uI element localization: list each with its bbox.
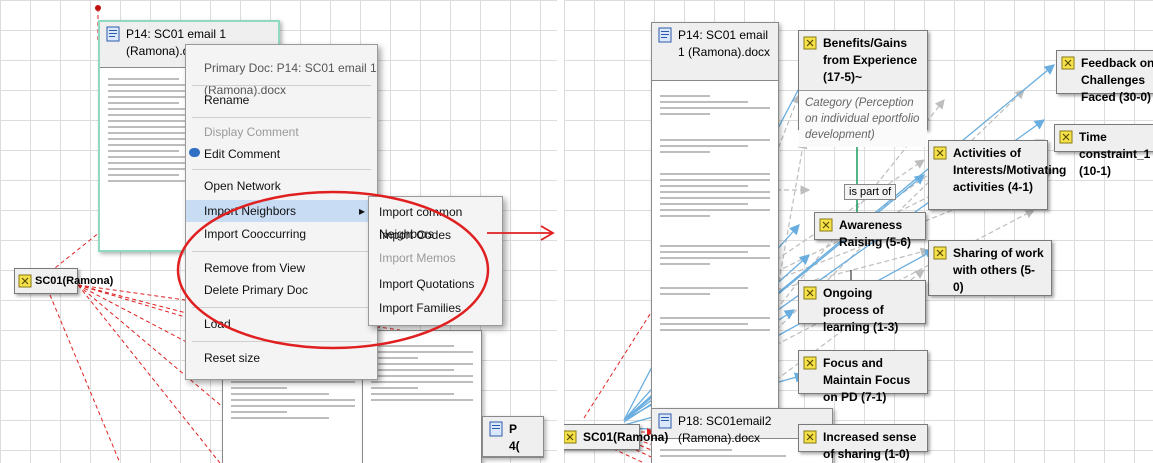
node-label: SC01(Ramona) xyxy=(583,430,669,444)
doc-card-p14[interactable]: P14: SC01 email 1 (Ramona).docx xyxy=(651,22,779,444)
doc-card-title: P18: SC01email2 (Ramona).docx xyxy=(678,414,772,445)
document-icon xyxy=(658,27,672,43)
node-label: Awareness Raising (5-6) xyxy=(839,218,912,249)
doc-card-body xyxy=(652,81,778,331)
node-label: Benefits/Gains from Experience (17-5)~ xyxy=(823,36,918,84)
node-sc01-ramona[interactable]: SC01(Ramona) xyxy=(564,424,668,450)
node-sharing-work[interactable]: Sharing of work with others (5-0) xyxy=(928,240,1052,296)
node-label: Feedback on Challenges Faced (30-0) xyxy=(1081,56,1153,104)
left-network-view[interactable]: P14: SC01 email 1 (Ramona).docx P 4(SC0… xyxy=(0,0,557,463)
highlight-annotation xyxy=(176,190,555,350)
node-increased-sharing[interactable]: Increased sense of sharing (1-0) xyxy=(798,424,928,461)
node-awareness-raising[interactable]: Awareness Raising (5-6) xyxy=(814,212,926,249)
node-ongoing-process[interactable]: Ongoing process of learning (1-3) xyxy=(798,280,926,334)
doc-card-header: P14: SC01 email 1 (Ramona).docx xyxy=(652,23,778,81)
code-star-icon xyxy=(803,430,817,444)
node-time-constraint[interactable]: Time constraint_1 (10-1) xyxy=(1054,124,1153,178)
node-feedback-challenges[interactable]: Feedback on Challenges Faced (30-0) xyxy=(1056,50,1153,104)
node-focus-maintain[interactable]: Focus and Maintain Focus on PD (7-1) xyxy=(798,350,928,404)
node-label: Increased sense of sharing (1-0) xyxy=(823,430,917,461)
code-star-icon xyxy=(564,430,577,444)
node-activities-interests[interactable]: Activities of Interests/Motivating activ… xyxy=(928,140,1066,210)
code-star-icon xyxy=(1061,56,1075,70)
node-benefits-gains[interactable]: Benefits/Gains from Experience (17-5)~ C… xyxy=(798,30,928,147)
relation-label-is-part-of: is part of xyxy=(844,184,897,200)
code-star-icon xyxy=(1059,130,1073,144)
right-network-view[interactable]: P14: SC01 email 1 (Ramona).docx P18: SC0… xyxy=(564,0,1153,463)
node-label: Ongoing process of learning (1-3) xyxy=(823,286,899,334)
code-star-icon xyxy=(819,218,833,232)
code-star-icon xyxy=(933,146,947,160)
node-label: Sharing of work with others (5-0) xyxy=(953,246,1044,294)
code-star-icon xyxy=(803,36,817,50)
doc-card-title: P14: SC01 email 1 (Ramona).docx xyxy=(678,28,771,59)
code-star-icon xyxy=(933,246,947,260)
code-star-icon xyxy=(803,356,817,370)
code-star-icon xyxy=(803,286,817,300)
document-icon xyxy=(658,413,672,429)
node-comment: Category (Perception on individual eport… xyxy=(799,91,927,147)
